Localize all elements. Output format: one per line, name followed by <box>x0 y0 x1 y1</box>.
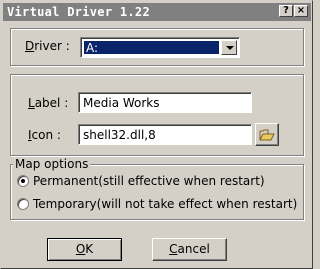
driver-label: Driver : <box>25 39 70 53</box>
title-bar[interactable]: Virtual Driver 1.22 ? × <box>3 3 311 21</box>
driver-select[interactable]: A: <box>80 37 240 58</box>
browse-icon-button[interactable] <box>255 123 279 146</box>
permanent-radio[interactable] <box>17 175 29 187</box>
temporary-radio[interactable] <box>17 198 29 210</box>
map-options-legend: Map options <box>13 157 91 171</box>
folder-open-icon <box>259 129 275 141</box>
dialog-window: Virtual Driver 1.22 ? × Driver : A: Labe… <box>0 0 313 269</box>
icon-input[interactable]: shell32.dll,8 <box>78 124 252 145</box>
label-input[interactable]: Media Works <box>78 92 252 113</box>
temporary-radio-label[interactable]: Temporary(will not take effect when rest… <box>33 197 297 211</box>
map-options-group <box>10 164 304 220</box>
help-button[interactable]: ? <box>279 5 293 17</box>
chevron-down-icon[interactable] <box>221 40 237 55</box>
label-field-label: Label : <box>28 96 69 110</box>
close-button[interactable]: × <box>294 5 308 17</box>
driver-selected-value: A: <box>84 41 219 55</box>
ok-button[interactable]: OK <box>47 238 122 261</box>
permanent-radio-label[interactable]: Permanent(still effective when restart) <box>33 174 265 188</box>
cancel-button[interactable]: Cancel <box>152 238 227 261</box>
window-title: Virtual Driver 1.22 <box>7 5 150 19</box>
icon-field-label: Icon : <box>28 128 61 142</box>
